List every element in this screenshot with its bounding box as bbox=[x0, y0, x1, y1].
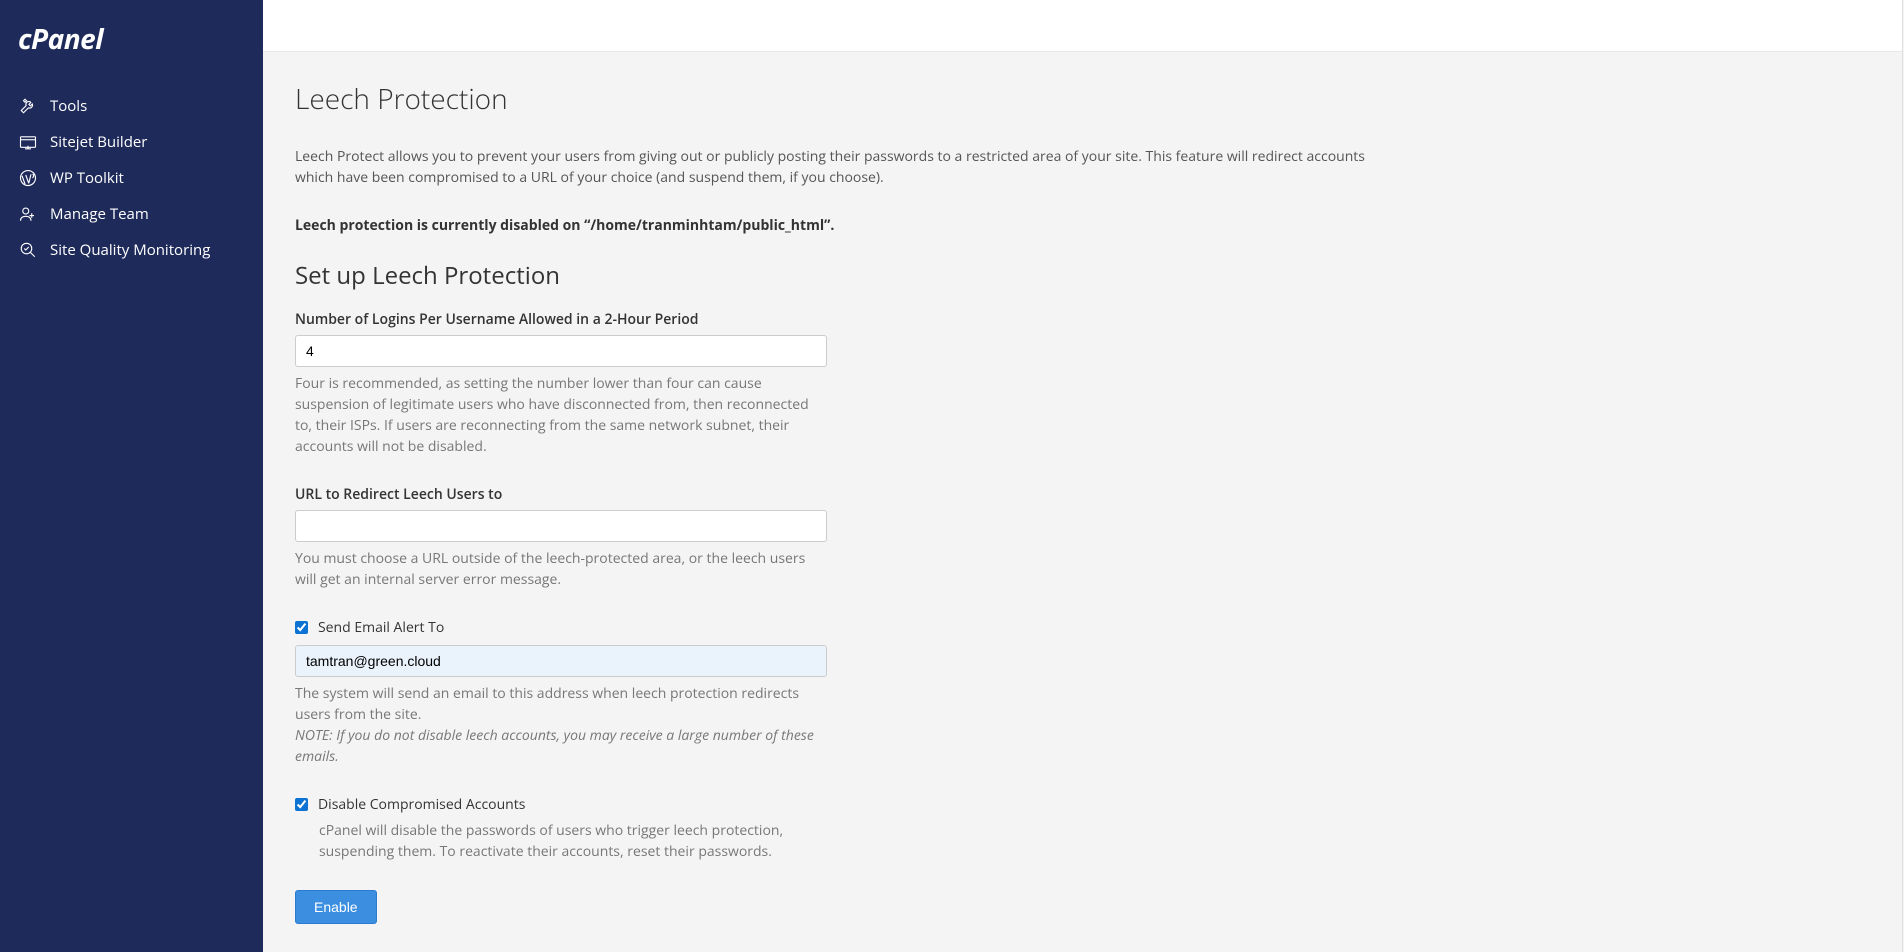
logins-group: Number of Logins Per Username Allowed in… bbox=[295, 310, 827, 457]
page-title: Leech Protection bbox=[295, 80, 1791, 118]
top-bar bbox=[263, 0, 1903, 52]
disable-help: cPanel will disable the passwords of use… bbox=[319, 820, 827, 862]
sidebar-item-site-quality[interactable]: Site Quality Monitoring bbox=[0, 232, 263, 268]
sidebar-item-label: WP Toolkit bbox=[50, 168, 124, 188]
quality-monitor-icon bbox=[18, 240, 38, 260]
email-label[interactable]: Send Email Alert To bbox=[318, 618, 444, 637]
sidebar-item-manage-team[interactable]: Manage Team bbox=[0, 196, 263, 232]
email-help: The system will send an email to this ad… bbox=[295, 683, 827, 767]
sidebar-item-sitejet[interactable]: Sitejet Builder bbox=[0, 124, 263, 160]
setup-title: Set up Leech Protection bbox=[295, 259, 1791, 292]
main-content: Leech Protection Leech Protect allows yo… bbox=[263, 0, 1903, 952]
sidebar-nav: Tools Sitejet Builder WP Toolkit Manage … bbox=[0, 88, 263, 268]
sidebar-item-wptoolkit[interactable]: WP Toolkit bbox=[0, 160, 263, 196]
disable-checkbox[interactable] bbox=[295, 798, 308, 811]
status-line: Leech protection is currently disabled o… bbox=[295, 216, 1791, 235]
enable-button[interactable]: Enable bbox=[295, 890, 377, 924]
logo[interactable]: cPanel bbox=[0, 0, 263, 88]
sidebar-item-label: Site Quality Monitoring bbox=[50, 240, 210, 260]
wordpress-icon bbox=[18, 168, 38, 188]
redirect-input[interactable] bbox=[295, 510, 827, 542]
email-checkbox[interactable] bbox=[295, 621, 308, 634]
logins-help: Four is recommended, as setting the numb… bbox=[295, 373, 827, 457]
sitejet-icon bbox=[18, 132, 38, 152]
tools-icon bbox=[18, 96, 38, 116]
logins-label: Number of Logins Per Username Allowed in… bbox=[295, 310, 827, 329]
redirect-help: You must choose a URL outside of the lee… bbox=[295, 548, 827, 590]
sidebar-item-tools[interactable]: Tools bbox=[0, 88, 263, 124]
logo-text: cPanel bbox=[18, 20, 103, 58]
redirect-group: URL to Redirect Leech Users to You must … bbox=[295, 485, 827, 590]
sidebar: cPanel Tools Sitejet Builder WP Toolkit bbox=[0, 0, 263, 952]
redirect-label: URL to Redirect Leech Users to bbox=[295, 485, 827, 504]
disable-group: Disable Compromised Accounts cPanel will… bbox=[295, 795, 827, 862]
sidebar-item-label: Sitejet Builder bbox=[50, 132, 147, 152]
intro-text: Leech Protect allows you to prevent your… bbox=[295, 146, 1375, 188]
sidebar-item-label: Manage Team bbox=[50, 204, 149, 224]
sidebar-item-label: Tools bbox=[50, 96, 87, 116]
email-input[interactable] bbox=[295, 645, 827, 677]
team-icon bbox=[18, 204, 38, 224]
logins-input[interactable] bbox=[295, 335, 827, 367]
disable-label[interactable]: Disable Compromised Accounts bbox=[318, 795, 525, 814]
email-group: Send Email Alert To The system will send… bbox=[295, 618, 827, 767]
